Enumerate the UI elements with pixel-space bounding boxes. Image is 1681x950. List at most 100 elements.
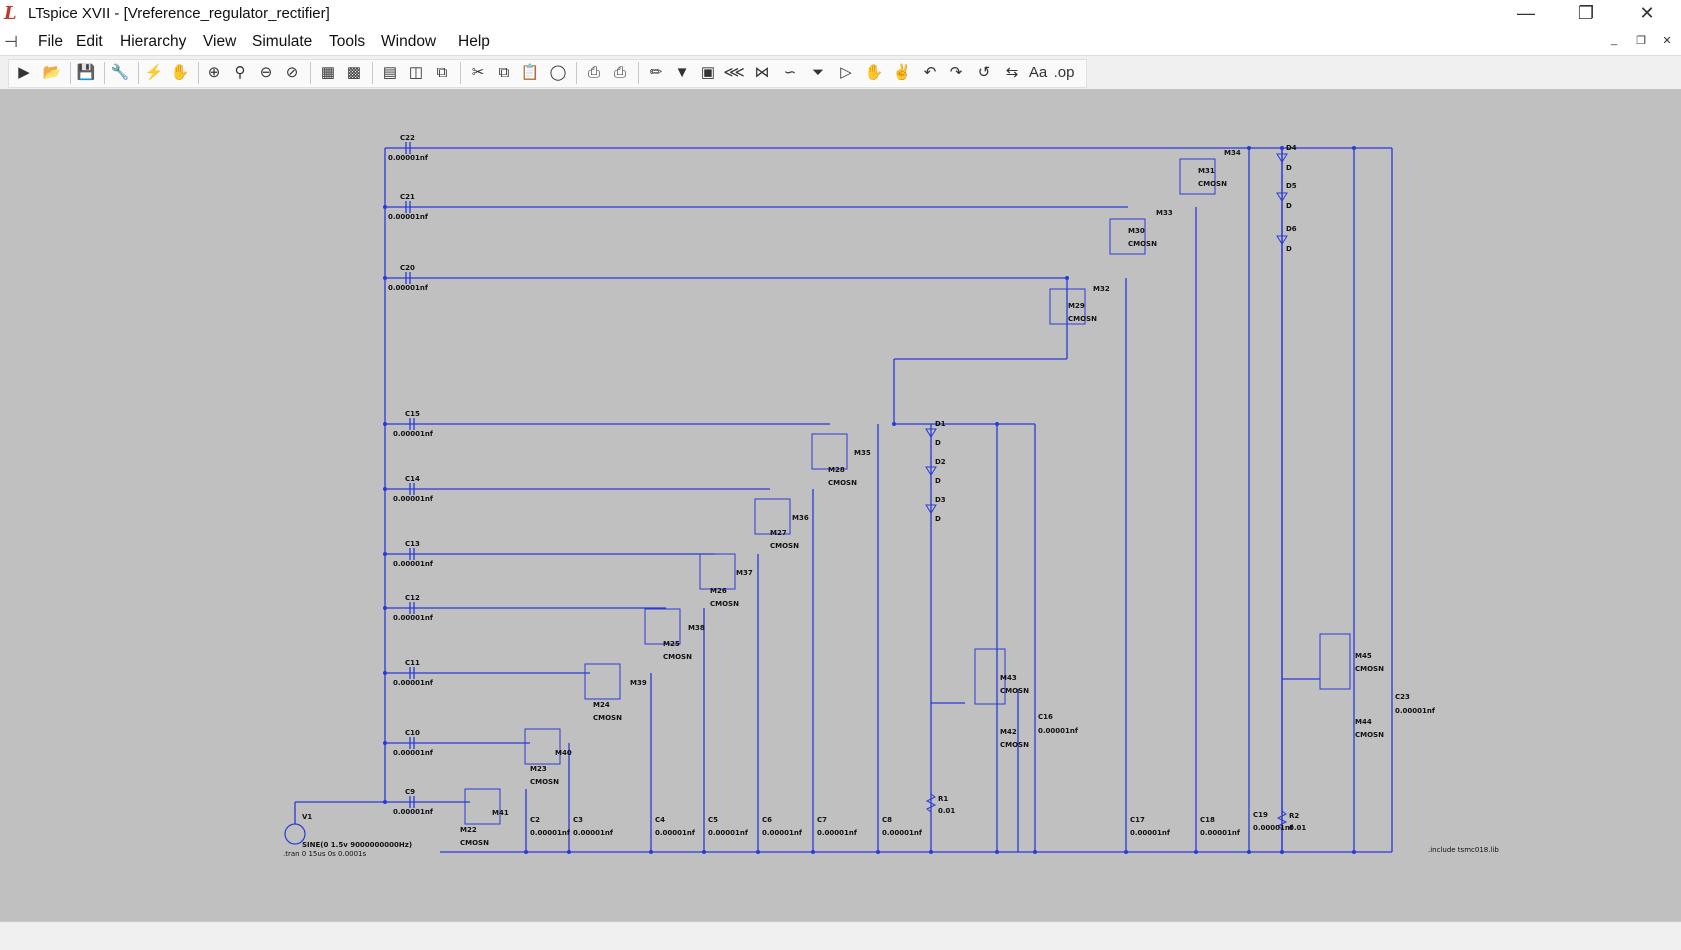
mosfet-label: M31	[1198, 167, 1215, 175]
menu-window[interactable]: Window	[381, 33, 436, 51]
diode-label: D5	[1286, 182, 1297, 190]
mosfet-label: M35	[854, 449, 871, 457]
zoom-in-icon[interactable]: ⊕	[202, 60, 226, 84]
print-icon[interactable]: ⎙	[608, 60, 632, 84]
cap-value: 0.00001nf	[393, 808, 433, 816]
mdi-minimize-button[interactable]: _	[1603, 34, 1625, 50]
tran-directive[interactable]: .tran 0 15us 0s 0.0001s	[283, 850, 366, 858]
cap-label: C23	[1395, 693, 1410, 701]
mosfet-label: M34	[1224, 149, 1241, 157]
component-icon[interactable]: ▷	[834, 60, 858, 84]
text-icon[interactable]: Aa	[1026, 60, 1050, 84]
mdi-restore-button[interactable]: ❐	[1630, 34, 1652, 50]
mosfet-label: M39	[630, 679, 647, 687]
control-panel-icon[interactable]: 🔧	[108, 60, 132, 84]
menu-bar: ⊣ File Edit Hierarchy View Simulate Tool…	[0, 29, 1681, 55]
cap-value: 0.00001nf	[393, 749, 433, 757]
save-icon[interactable]: 💾	[74, 60, 98, 84]
resistor-value: 0.01	[938, 807, 956, 815]
cap-label: C19	[1253, 811, 1268, 819]
diode-icon[interactable]: ⏷	[806, 60, 830, 84]
mosfet-label: M40	[555, 749, 572, 757]
run-icon[interactable]: ▶	[12, 60, 36, 84]
schematic-canvas[interactable]: C22 0.00001nf C21 0.00001nf C20 0.00001n…	[0, 89, 1681, 921]
minimize-button[interactable]: —	[1496, 0, 1556, 29]
setup-icon[interactable]: ▩	[342, 60, 366, 84]
maximize-button[interactable]: ❐	[1556, 0, 1616, 29]
junction-dots	[383, 146, 1356, 854]
cap-value: 0.00001nf	[393, 560, 433, 568]
copy-icon[interactable]: ⧉	[492, 60, 516, 84]
cap-value: 0.00001nf	[393, 495, 433, 503]
mosfet-label: M37	[736, 569, 753, 577]
ground-icon[interactable]: ▼	[670, 60, 694, 84]
resistor-label: R1	[938, 795, 949, 803]
find-icon[interactable]: ◯	[546, 60, 570, 84]
mosfet-label: M26	[710, 587, 727, 595]
mdi-close-button[interactable]: ✕	[1656, 34, 1678, 50]
mirror-icon[interactable]: ⇆	[1000, 60, 1024, 84]
mosfet-label: M30	[1128, 227, 1145, 235]
paste-icon[interactable]: 📋	[518, 60, 542, 84]
diode-label: D2	[935, 458, 946, 466]
zoom-cancel-icon[interactable]: ⊘	[280, 60, 304, 84]
wire-icon[interactable]: ✏	[644, 60, 668, 84]
cap-value: 0.00001nf	[817, 829, 857, 837]
rotate-icon[interactable]: ↺	[972, 60, 996, 84]
spice-directive-icon[interactable]: .op	[1052, 60, 1076, 84]
mosfet-label: M22	[460, 826, 477, 834]
drag-icon[interactable]: ✌	[890, 60, 914, 84]
resistor-value: 0.01	[1289, 824, 1307, 832]
schematic-doc-icon[interactable]: ⊣	[4, 32, 18, 52]
source-label: V1	[302, 813, 313, 821]
mosfet-model: CMOSN	[1128, 240, 1157, 248]
close-button[interactable]: ✕	[1617, 0, 1677, 29]
zoom-full-icon[interactable]: ⚲	[228, 60, 252, 84]
diode-model: D	[935, 439, 941, 447]
mosfet-label: M24	[593, 701, 610, 709]
inductor-icon[interactable]: ∽	[778, 60, 802, 84]
redo-icon[interactable]: ↷	[944, 60, 968, 84]
label-net-icon[interactable]: ▣	[696, 60, 720, 84]
cascade-icon[interactable]: ⧉	[430, 60, 454, 84]
cap-value: 0.00001nf	[388, 284, 428, 292]
menu-help[interactable]: Help	[458, 33, 490, 51]
tile-horizontal-icon[interactable]: ▤	[378, 60, 402, 84]
autorange-icon[interactable]: ▦	[316, 60, 340, 84]
undo-icon[interactable]: ↶	[918, 60, 942, 84]
menu-view[interactable]: View	[203, 33, 236, 51]
menu-hierarchy[interactable]: Hierarchy	[120, 33, 186, 51]
mosfet-label: M27	[770, 529, 787, 537]
status-bar	[0, 921, 1681, 950]
diode-label: D6	[1286, 225, 1297, 233]
cap-value: 0.00001nf	[393, 679, 433, 687]
cap-value: 0.00001nf	[388, 154, 428, 162]
diode-model: D	[935, 477, 941, 485]
cap-value: 0.00001nf	[1395, 707, 1435, 715]
cap-label: C4	[655, 816, 666, 824]
resistor-icon[interactable]: ⋘	[722, 60, 746, 84]
cap-label: C16	[1038, 713, 1053, 721]
halt-icon[interactable]: ⚡	[142, 60, 166, 84]
cap-value: 0.00001nf	[393, 614, 433, 622]
print-setup-icon[interactable]: ⎙	[582, 60, 606, 84]
zoom-out-icon[interactable]: ⊖	[254, 60, 278, 84]
cut-icon[interactable]: ✂	[466, 60, 490, 84]
capacitor-icon[interactable]: ⋈	[750, 60, 774, 84]
cap-label: C13	[405, 540, 420, 548]
menu-simulate[interactable]: Simulate	[252, 33, 312, 51]
cap-value: 0.00001nf	[388, 213, 428, 221]
move-icon[interactable]: ✋	[862, 60, 886, 84]
mosfet-model: CMOSN	[828, 479, 857, 487]
tile-vertical-icon[interactable]: ◫	[404, 60, 428, 84]
menu-file[interactable]: File	[38, 33, 63, 51]
pan-icon[interactable]: ✋	[168, 60, 192, 84]
open-icon[interactable]: 📂	[40, 60, 64, 84]
title-bar: L LTspice XVII - [Vreference_regulator_r…	[0, 0, 1681, 29]
menu-tools[interactable]: Tools	[329, 33, 365, 51]
menu-edit[interactable]: Edit	[76, 33, 103, 51]
cap-label: C11	[405, 659, 420, 667]
diode-symbols	[925, 153, 1288, 514]
include-directive[interactable]: .include tsmc018.lib	[1428, 846, 1499, 854]
mosfet-model: CMOSN	[1068, 315, 1097, 323]
